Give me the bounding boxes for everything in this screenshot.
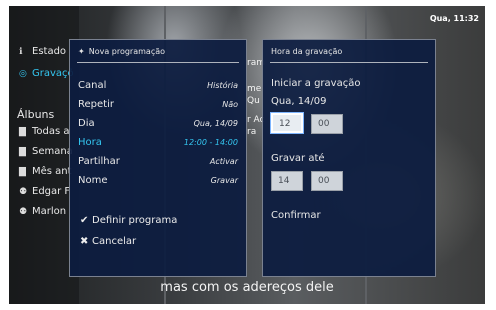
folder-icon: ▇: [19, 127, 26, 137]
person-icon: ⚉: [19, 187, 28, 197]
define-program-button[interactable]: ✔ Definir programa: [80, 215, 177, 226]
row-canal[interactable]: Canal História: [78, 80, 238, 94]
eye-icon: ◎: [19, 69, 27, 79]
sidebar-item-edgar[interactable]: ⚉ Edgar F: [19, 186, 70, 197]
background-text: ra: [247, 127, 257, 137]
close-icon: ✖: [80, 236, 89, 247]
divider: [77, 62, 239, 63]
row-partilhar[interactable]: Partilhar Activar: [78, 156, 238, 170]
program-dialog: ✦ Nova programação Canal História Repetir N…: [69, 39, 247, 277]
program-dialog-header: ✦ Nova programação: [78, 47, 165, 56]
sidebar-item-semana[interactable]: ▇ Semana: [19, 146, 73, 157]
sidebar-item-mes[interactable]: ▇ Mês ant: [19, 166, 72, 177]
sidebar-item-gravacoes[interactable]: ◎ Gravaçõ: [19, 68, 74, 79]
sidebar-item-estado[interactable]: ℹ Estado: [19, 46, 66, 57]
info-icon: ℹ: [19, 47, 23, 57]
start-hour-field[interactable]: 12: [270, 112, 304, 134]
confirm-button[interactable]: Confirmar: [271, 210, 321, 221]
cancel-button[interactable]: ✖ Cancelar: [80, 236, 136, 247]
start-date-label: Qua, 14/09: [271, 96, 327, 107]
row-nome[interactable]: Nome Gravar: [78, 175, 238, 189]
row-repetir[interactable]: Repetir Não: [78, 99, 238, 113]
end-minute-field[interactable]: 00: [311, 171, 343, 191]
end-recording-label: Gravar até: [271, 153, 325, 164]
start-recording-label: Iniciar a gravação: [271, 78, 361, 89]
plus-icon: ✦: [78, 47, 85, 56]
program-dialog-title: Nova programação: [88, 47, 166, 56]
row-dia[interactable]: Dia Qua, 14/09: [78, 118, 238, 132]
end-hour-field[interactable]: 14: [271, 171, 303, 191]
check-icon: ✔: [80, 215, 89, 226]
row-hora[interactable]: Hora 12:00 - 14:00: [78, 137, 238, 151]
sidebar-item-todas[interactable]: ▇ Todas a: [19, 126, 70, 137]
start-minute-field[interactable]: 00: [311, 114, 343, 134]
recording-time-dialog: Hora da gravação Iniciar a gravação Qua,…: [262, 39, 436, 277]
clock: Qua, 11:32: [429, 14, 479, 23]
tv-screen: ℹ Estado ◎ Gravaçõ Álbuns ▇ Todas a ▇ Semana…: [9, 6, 485, 304]
divider: [270, 62, 428, 63]
background-text: Qu: [247, 96, 260, 106]
time-dialog-title: Hora da gravação: [271, 47, 343, 56]
sidebar-item-marlon[interactable]: ⚉ Marlon: [19, 206, 66, 217]
subtitle: mas com os adereços dele: [160, 280, 334, 295]
folder-icon: ▇: [19, 167, 26, 177]
person-icon: ⚉: [19, 207, 28, 217]
folder-icon: ▇: [19, 147, 26, 157]
sidebar-section-albuns: Álbuns: [17, 108, 55, 121]
